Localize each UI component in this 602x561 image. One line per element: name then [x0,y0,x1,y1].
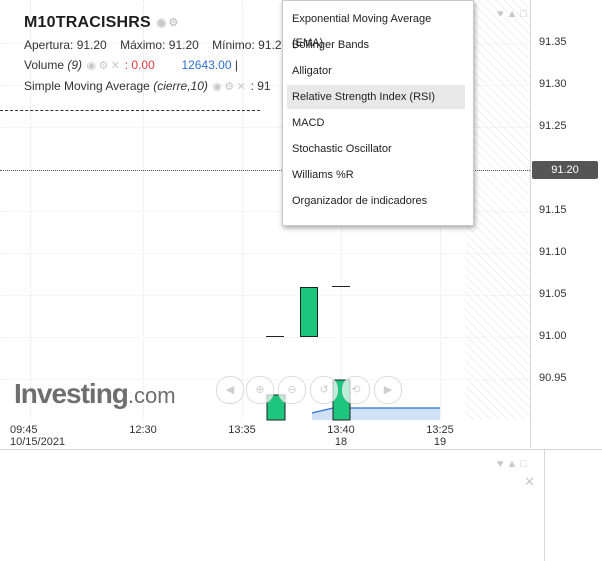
sma-label: Simple Moving Average [24,79,150,93]
price-tick: 91.00 [539,330,567,342]
current-price-tag: 91.20 [532,161,598,179]
sma-row: Simple Moving Average (cierre,10) ◉ ⚙ ✕ : … [24,79,271,93]
volume-label: Volume [24,58,65,72]
price-tick: 91.25 [539,120,567,132]
price-tick: 90.95 [539,372,567,384]
future-area-hatch [465,0,530,420]
grid-line [0,295,530,296]
time-label-time: 12:30 [129,424,157,436]
investing-logo: Investing.com [14,378,176,410]
volume-change: : 0.00 [124,58,155,72]
symbol-name: M10TRACISHRS [24,14,151,31]
eye-icon[interactable]: ◉ [85,60,97,72]
indicator-pane[interactable]: ♥ ▲ □ ✕ [0,449,544,561]
sma-value: : 91 [250,79,271,93]
symbol-title: M10TRACISHRS ◉ ⚙ [24,14,180,32]
heart-icon[interactable]: ♥ [497,458,504,470]
pane-controls: ♥ ▲ □ [497,458,527,470]
close-icon[interactable]: ✕ [235,81,247,93]
sma-params: (cierre,10) [153,79,208,93]
time-label-time: 13:40 [327,424,355,436]
price-tick: 91.30 [539,78,567,90]
open-label: Apertura: [24,38,74,52]
price-tick: 91.10 [539,246,567,258]
time-label: 12:30 [118,424,168,436]
menu-item-stochastic[interactable]: Stochastic Oscillator [287,137,465,161]
time-label-time: 13:25 [426,424,454,436]
reset-chart-button[interactable]: ⟲ [342,376,370,404]
menu-item-bollinger[interactable]: Bollinger Bands [287,33,465,57]
time-label-date: 10/15/2021 [10,436,66,448]
volume-period: (9) [67,58,83,72]
logo-suffix-text: .com [127,383,176,408]
high-value: 91.20 [168,38,199,52]
price-tick: 91.15 [539,204,567,216]
gear-icon[interactable]: ⚙ [97,60,109,72]
zoom-in-button[interactable]: ⊕ [246,376,274,404]
time-label-time: 13:35 [228,424,256,436]
menu-item-williams[interactable]: Williams %R [287,163,465,187]
pane-controls: ♥ ▲ □ [497,8,527,20]
menu-item-ema[interactable]: Exponential Moving Average (EMA) [287,7,465,49]
sma-line [0,110,260,111]
low-label: Mínimo: [212,38,255,52]
zoom-out-button[interactable]: ⊖ [278,376,306,404]
volume-value: 12643.00 [181,58,232,72]
menu-item-organizer[interactable]: Organizador de indicadores [287,189,465,213]
ohlc-row: Apertura: 91.20 Máximo: 91.20 Mínimo: 91… [24,38,282,52]
maximize-icon[interactable]: □ [521,8,528,20]
gear-icon[interactable]: ⚙ [223,81,235,93]
close-icon[interactable]: ✕ [524,474,535,490]
scroll-left-button[interactable]: ◀ [216,376,244,404]
heart-icon[interactable]: ♥ [497,8,504,20]
up-icon[interactable]: ▲ [507,458,518,470]
indicator-axis [544,449,602,561]
volume-area [312,408,440,420]
eye-icon[interactable]: ◉ [211,81,223,93]
doji-candle [266,336,284,337]
time-label: 13:40 18 [316,424,366,448]
menu-item-alligator[interactable]: Alligator [287,59,465,83]
volume-row: Volume (9) ◉ ⚙ ✕ : 0.00 12643.00 | [24,58,238,72]
maximize-icon[interactable]: □ [521,458,528,470]
time-label-time: 09:45 [10,424,38,436]
up-icon[interactable]: ▲ [507,8,518,20]
logo-main-text: Investing [14,378,129,409]
grid-line [0,337,530,338]
open-value: 91.20 [76,38,107,52]
menu-item-macd[interactable]: MACD [287,111,465,135]
menu-item-rsi[interactable]: Relative Strength Index (RSI) [287,85,465,109]
up-candle [300,287,318,337]
scroll-right-button[interactable]: ▶ [374,376,402,404]
zoom-reset-button[interactable]: ↺ [310,376,338,404]
time-label-date: 19 [433,436,447,448]
grid-line [0,253,530,254]
chart-pane[interactable]: M10TRACISHRS ◉ ⚙ Apertura: 91.20 Máximo: … [0,0,544,448]
time-label: 13:25 19 [415,424,465,448]
indicators-menu: Exponential Moving Average (EMA) Bolling… [282,0,474,226]
price-tick: 91.05 [539,288,567,300]
price-tick: 91.35 [539,36,567,48]
high-label: Máximo: [120,38,166,52]
low-value: 91.2 [258,38,282,52]
doji-candle [332,286,350,287]
time-label: 13:35 [217,424,267,436]
close-icon[interactable]: ✕ [109,60,121,72]
eye-icon[interactable]: ◉ [156,17,168,29]
time-label: 09:45 10/15/2021 [0,424,70,448]
grid-line [242,0,243,420]
gear-icon[interactable]: ⚙ [168,17,180,29]
time-label-date: 18 [334,436,348,448]
price-axis[interactable]: 91.35 91.30 91.25 91.15 91.10 91.05 91.0… [530,0,602,448]
